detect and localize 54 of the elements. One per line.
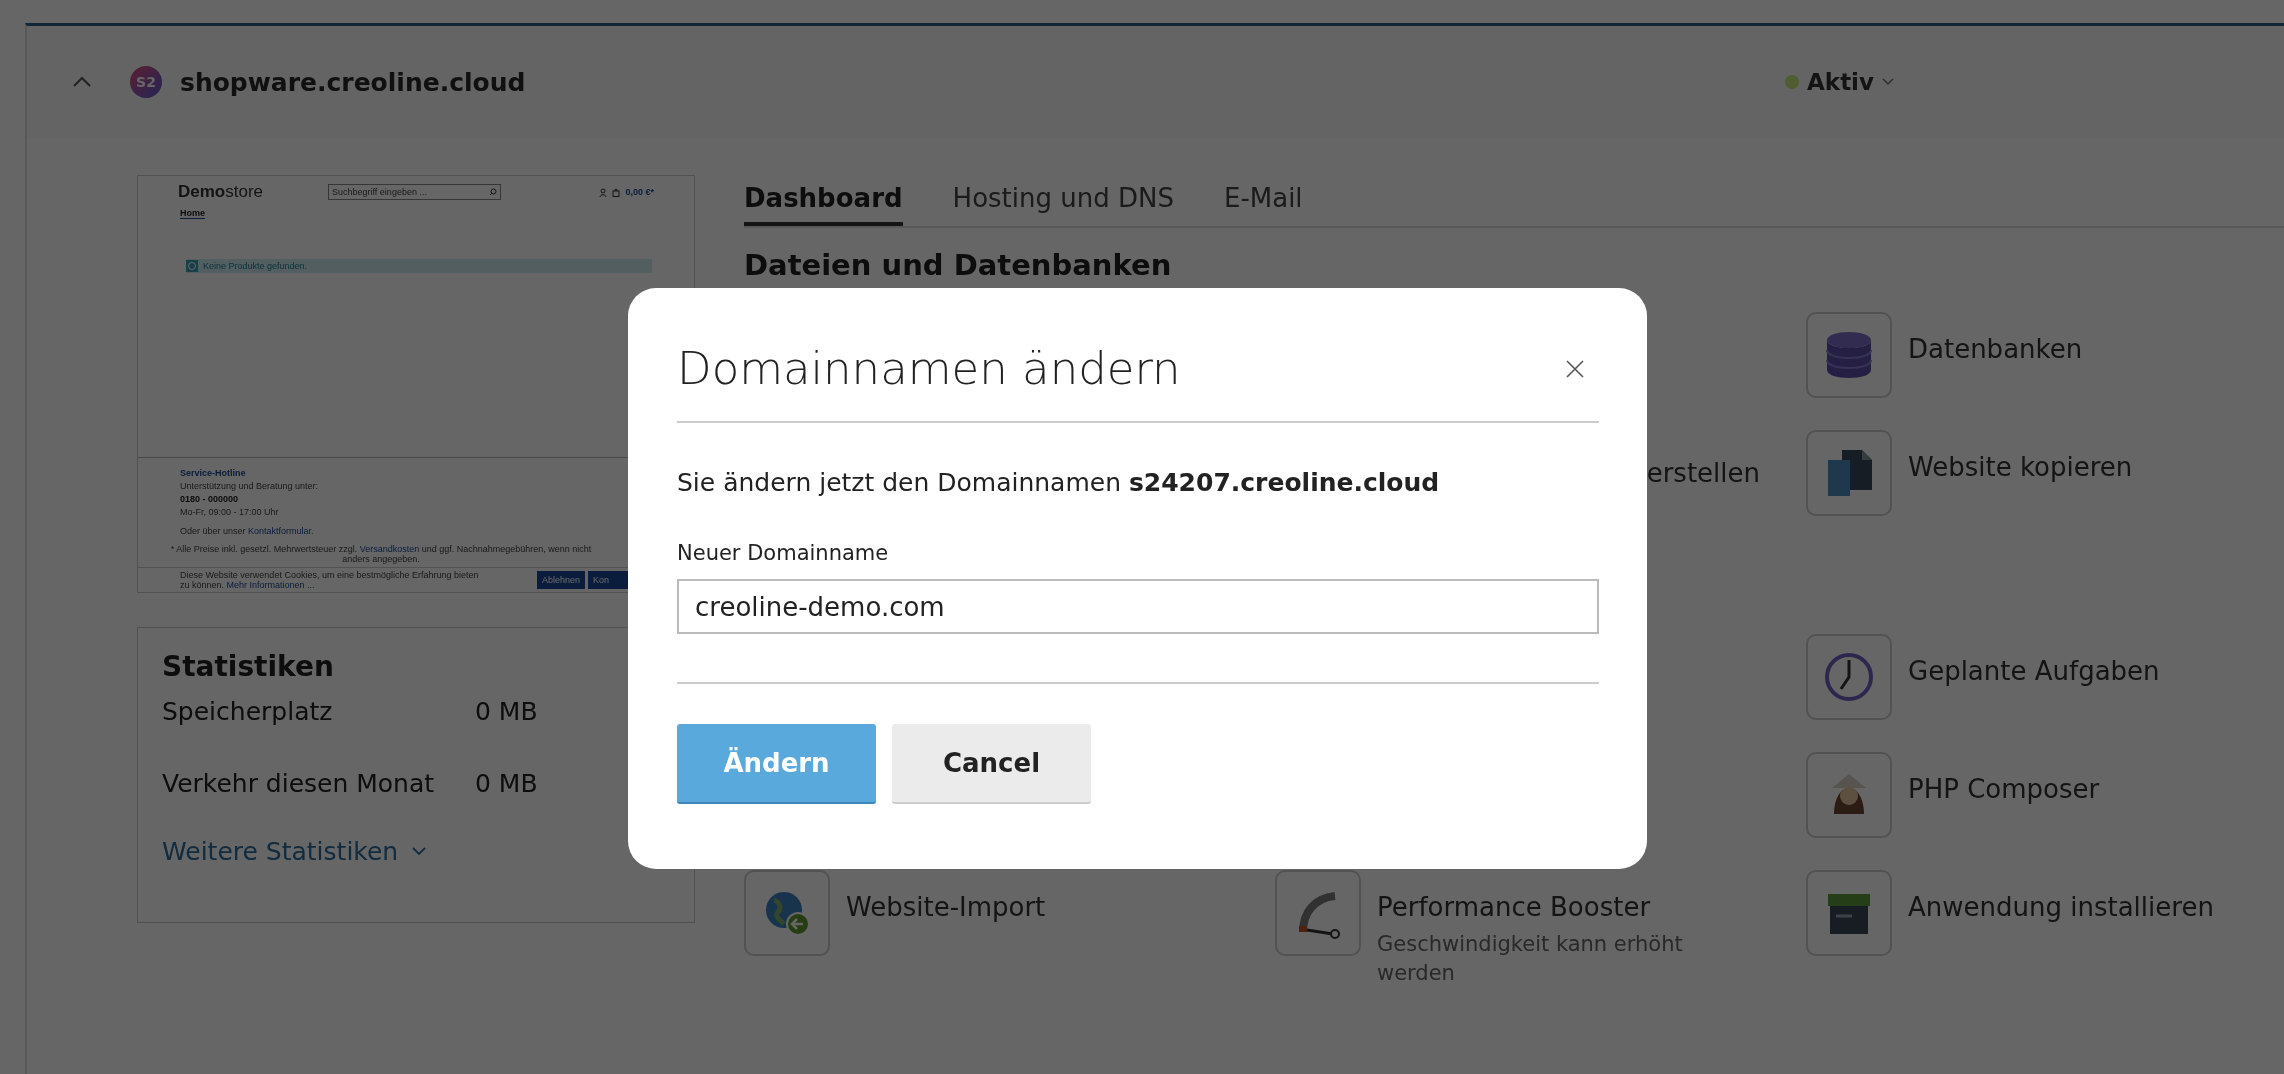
field-label: Neuer Domainname <box>677 541 890 565</box>
dialog-message: Sie ändern jetzt den Domainnamen s24207.creoline.cloud <box>677 468 1441 497</box>
tool-link[interactable]: Anwendung installieren <box>1908 892 2214 922</box>
clock-icon <box>1822 650 1876 704</box>
opening-hours: Mo-Fr, 09:00 - 17:00 Uhr <box>180 507 280 517</box>
hotline-title: Service-Hotline <box>180 468 247 478</box>
tool-link[interactable]: Website-Import <box>846 892 1046 922</box>
tool-link[interactable]: Geplante Aufgaben <box>1908 656 2160 686</box>
notice-text: Keine Produkte gefunden. <box>203 261 308 271</box>
chevron-icon[interactable] <box>72 76 92 88</box>
bag-icon <box>612 187 621 197</box>
tab[interactable]: Hosting und DNS <box>952 175 1174 226</box>
tool-tile[interactable] <box>1806 752 1892 838</box>
tab[interactable]: E-Mail <box>1223 175 1303 226</box>
tool-tile[interactable] <box>1806 430 1892 516</box>
more-info-link[interactable]: Mehr Informationen ... <box>226 580 315 590</box>
stat-value: 0 MB <box>475 769 538 798</box>
site-title: shopware.creoline.cloud <box>180 67 526 97</box>
user-icon <box>599 187 608 197</box>
cookie-text: Diese Website verwendet Cookies, um eine bestmögliche Erfahrung bieten zu können. Mehr Informationen ... <box>180 570 480 590</box>
tool-link[interactable]: Datenbanken <box>1908 334 2083 364</box>
tool-tile[interactable] <box>1806 870 1892 956</box>
tool-link[interactable]: erstellen <box>1646 458 1760 488</box>
stat-label: Verkehr diesen Monat <box>162 769 436 798</box>
statistics-title: Statistiken <box>162 650 335 683</box>
stat-label: Speicherplatz <box>162 697 334 726</box>
more-statistics-link[interactable]: Weitere Statistiken <box>162 837 399 866</box>
stat-value: 0 MB <box>475 697 538 726</box>
cancel-button[interactable]: Cancel <box>892 724 1091 804</box>
info-icon <box>186 260 198 272</box>
tool-description: Geschwindigkeit kann erhöht werden <box>1377 931 1684 988</box>
chevron-down-icon <box>412 847 427 856</box>
phone-number: 0180 - 000000 <box>180 494 240 504</box>
tool-tile[interactable] <box>1806 634 1892 720</box>
cookie-button[interactable]: Ablehnen <box>536 571 585 589</box>
confirm-button[interactable]: Ändern <box>677 724 876 804</box>
tool-link[interactable]: Website kopieren <box>1908 452 2133 482</box>
tool-tile[interactable] <box>1275 870 1361 956</box>
search-icon <box>489 188 497 196</box>
shipping-link[interactable]: Versandkosten <box>359 544 420 554</box>
tool-tile[interactable] <box>1806 312 1892 398</box>
tool-tile[interactable] <box>744 870 830 956</box>
tool-link[interactable]: PHP Composer <box>1908 774 2100 804</box>
section-heading: Dateien und Datenbanken <box>744 248 1173 284</box>
dialog-title: Domainnamen ändern <box>677 342 1181 395</box>
tab[interactable]: Dashboard <box>744 175 903 226</box>
domain-input[interactable]: creoline-demo.com <box>677 579 1599 634</box>
store-logo: Demostore <box>178 182 265 202</box>
site-logo: S2 <box>130 66 162 98</box>
caret-icon <box>1882 78 1894 86</box>
cart-total: 0,00 €* <box>625 187 654 197</box>
close-icon[interactable] <box>1565 358 1585 379</box>
tool-link[interactable]: Performance Booster <box>1377 892 1727 922</box>
status-dropdown[interactable]: Aktiv <box>1785 69 1894 95</box>
